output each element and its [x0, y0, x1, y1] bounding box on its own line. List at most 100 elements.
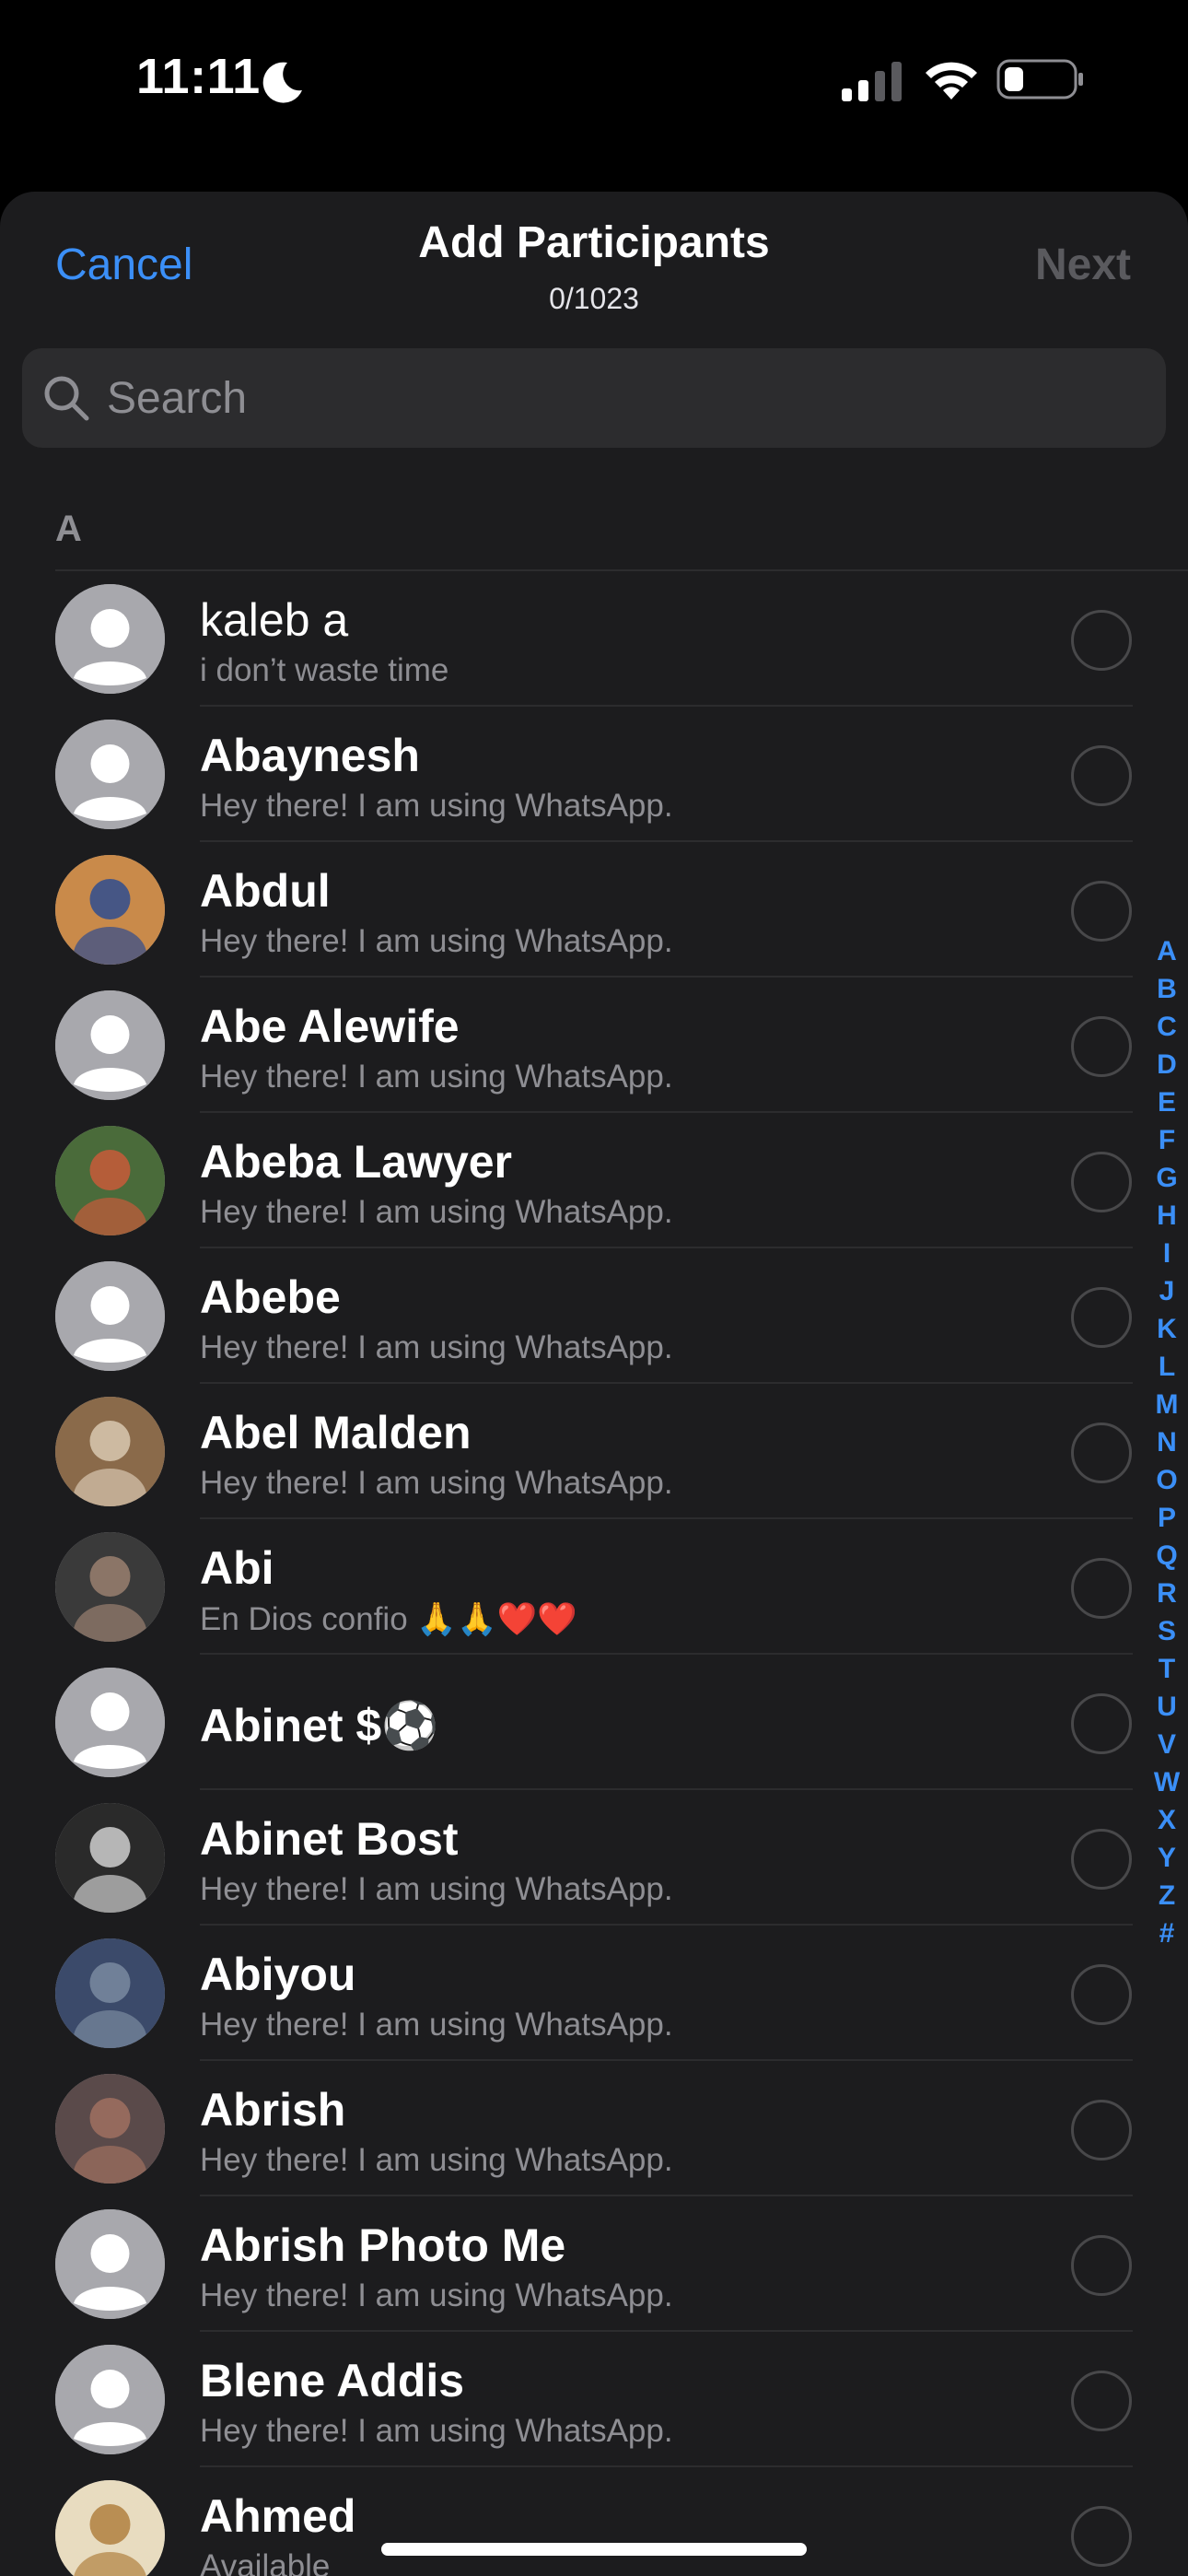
select-checkbox[interactable] [1071, 881, 1132, 942]
participant-count: 0/1023 [549, 282, 639, 315]
index-letter[interactable]: O [1149, 1461, 1184, 1499]
select-checkbox[interactable] [1071, 1287, 1132, 1348]
default-avatar-icon [55, 584, 165, 694]
contact-name: Abrish Photo Me [200, 2219, 566, 2271]
contact-row[interactable]: Abinet Bost Hey there! I am using WhatsAp… [0, 1790, 1188, 1926]
select-checkbox[interactable] [1071, 1423, 1132, 1483]
contact-status: Hey there! I am using WhatsApp. [200, 2277, 673, 2313]
contact-row[interactable]: Abrish Photo Me Hey there! I am using Wha… [0, 2196, 1188, 2332]
alphabet-index[interactable]: A B C D E F G H I J K L M N O P Q R S T U V W X Y Z # [1149, 932, 1184, 1952]
contact-name: Ahmed [200, 2490, 356, 2542]
contact-status: Hey there! I am using WhatsApp. [200, 1059, 673, 1095]
contact-name: Abel Malden [200, 1407, 472, 1458]
home-indicator [381, 2543, 807, 2556]
index-letter[interactable]: J [1149, 1272, 1184, 1310]
index-letter[interactable]: L [1149, 1348, 1184, 1386]
select-checkbox[interactable] [1071, 1693, 1132, 1754]
select-checkbox[interactable] [1071, 2506, 1132, 2567]
contact-name: Abiyou [200, 1949, 356, 2000]
index-letter[interactable]: H [1149, 1197, 1184, 1235]
contact-status: Hey there! I am using WhatsApp. [200, 2007, 673, 2043]
contact-row[interactable]: Abel Malden Hey there! I am using WhatsAp… [0, 1384, 1188, 1519]
contact-status: Hey there! I am using WhatsApp. [200, 1871, 673, 1907]
index-letter[interactable]: P [1149, 1499, 1184, 1537]
contact-status: Hey there! I am using WhatsApp. [200, 2413, 673, 2449]
contact-photo [55, 1803, 165, 1913]
select-checkbox[interactable] [1071, 1964, 1132, 2025]
index-letter[interactable]: S [1149, 1612, 1184, 1650]
contact-name: Abi [200, 1542, 274, 1594]
nav-bar: Cancel Add Participants 0/1023 Next [0, 192, 1188, 330]
default-avatar-icon [55, 1668, 165, 1777]
next-button[interactable]: Next [1035, 240, 1131, 290]
index-letter[interactable]: # [1149, 1914, 1184, 1952]
contact-row[interactable]: Abaynesh Hey there! I am using WhatsApp. [0, 707, 1188, 842]
index-letter[interactable]: R [1149, 1575, 1184, 1612]
select-checkbox[interactable] [1071, 1558, 1132, 1619]
signal-icon [842, 62, 902, 101]
contact-status: Hey there! I am using WhatsApp. [200, 1465, 673, 1501]
index-letter[interactable]: C [1149, 1008, 1184, 1046]
index-letter[interactable]: Y [1149, 1839, 1184, 1877]
contact-photo [55, 2074, 165, 2184]
contact-name: Abrish [200, 2084, 346, 2136]
index-letter[interactable]: M [1149, 1386, 1184, 1423]
index-letter[interactable]: W [1149, 1763, 1184, 1801]
index-letter[interactable]: I [1149, 1235, 1184, 1272]
index-letter[interactable]: B [1149, 970, 1184, 1008]
battery-icon [996, 59, 1083, 100]
index-letter[interactable]: K [1149, 1310, 1184, 1348]
index-letter[interactable]: N [1149, 1423, 1184, 1461]
contact-row[interactable]: Abdul Hey there! I am using WhatsApp. [0, 842, 1188, 978]
select-checkbox[interactable] [1071, 1829, 1132, 1890]
section-header: A [55, 509, 82, 549]
index-letter[interactable]: D [1149, 1046, 1184, 1083]
contact-name: Abebe [200, 1271, 341, 1323]
contact-status: Hey there! I am using WhatsApp. [200, 1194, 673, 1230]
contact-row[interactable]: Abi En Dios confio 🙏🙏❤️❤️ [0, 1519, 1188, 1655]
default-avatar-icon [55, 2209, 165, 2319]
select-checkbox[interactable] [1071, 745, 1132, 806]
add-participants-sheet: Cancel Add Participants 0/1023 Next A ka… [0, 192, 1188, 2576]
contact-row[interactable]: Blene Addis Hey there! I am using WhatsAp… [0, 2332, 1188, 2467]
contact-row[interactable]: Abebe Hey there! I am using WhatsApp. [0, 1248, 1188, 1384]
select-checkbox[interactable] [1071, 2371, 1132, 2431]
status-time: 11:11 [136, 49, 261, 104]
index-letter[interactable]: E [1149, 1083, 1184, 1121]
contact-status: Hey there! I am using WhatsApp. [200, 923, 673, 959]
select-checkbox[interactable] [1071, 1016, 1132, 1077]
select-checkbox[interactable] [1071, 2100, 1132, 2160]
contact-row[interactable]: Abiyou Hey there! I am using WhatsApp. [0, 1926, 1188, 2061]
default-avatar-icon [55, 2345, 165, 2454]
wifi-icon [926, 62, 977, 100]
contact-name: Abinet $⚽ [200, 1700, 439, 1751]
search-bar[interactable] [22, 348, 1166, 448]
index-letter[interactable]: X [1149, 1801, 1184, 1839]
index-letter[interactable]: T [1149, 1650, 1184, 1688]
index-letter[interactable]: Z [1149, 1877, 1184, 1914]
page-title: Add Participants [418, 218, 770, 267]
index-letter[interactable]: A [1149, 932, 1184, 970]
index-letter[interactable]: G [1149, 1159, 1184, 1197]
contact-row[interactable]: kaleb a i don’t waste time [0, 571, 1188, 707]
select-checkbox[interactable] [1071, 1152, 1132, 1212]
contact-row[interactable]: Abinet $⚽ [0, 1655, 1188, 1790]
contact-list: kaleb a i don’t waste time Abaynesh Hey the… [0, 571, 1188, 2576]
index-letter[interactable]: Q [1149, 1537, 1184, 1575]
contact-row[interactable]: Abeba Lawyer Hey there! I am using WhatsA… [0, 1113, 1188, 1248]
contact-row[interactable]: Abe Alewife Hey there! I am using WhatsAp… [0, 978, 1188, 1113]
contact-row[interactable]: Abrish Hey there! I am using WhatsApp. [0, 2061, 1188, 2196]
contact-status: Available [200, 2548, 331, 2576]
contact-row[interactable]: Ahmed Available [0, 2467, 1188, 2576]
search-input[interactable] [107, 348, 1120, 448]
select-checkbox[interactable] [1071, 2235, 1132, 2296]
index-letter[interactable]: V [1149, 1726, 1184, 1763]
select-checkbox[interactable] [1071, 610, 1132, 671]
index-letter[interactable]: U [1149, 1688, 1184, 1726]
contact-photo [55, 1938, 165, 2048]
contact-photo [55, 1532, 165, 1642]
contact-name: Abinet Bost [200, 1813, 459, 1865]
index-letter[interactable]: F [1149, 1121, 1184, 1159]
status-bar: 11:11 [0, 0, 1188, 157]
contact-name: Blene Addis [200, 2355, 465, 2406]
